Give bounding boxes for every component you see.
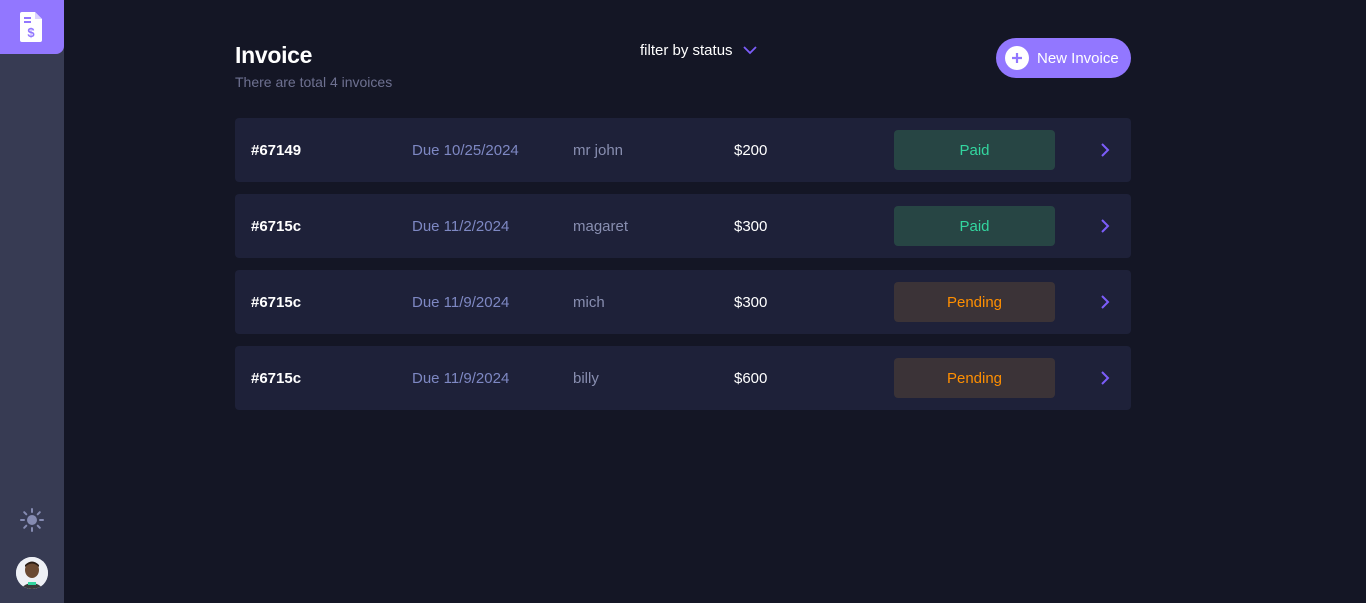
invoice-due-date: Due 11/9/2024: [412, 293, 510, 311]
chevron-right-icon[interactable]: [1098, 218, 1112, 234]
invoice-amount: $300: [734, 293, 768, 311]
invoice-client: mr john: [573, 141, 624, 159]
status-badge: Paid: [894, 206, 1055, 246]
filter-label: filter by status: [640, 42, 733, 59]
invoice-row[interactable]: #6715c Due 11/2/2024 magaret $300 Paid: [235, 194, 1131, 258]
invoice-id: #6715c: [251, 293, 302, 311]
invoice-row[interactable]: #6715c Due 11/9/2024 billy $600 Pending: [235, 346, 1131, 410]
plus-icon: [1005, 46, 1029, 70]
invoice-due-date: Due 11/9/2024: [412, 369, 510, 387]
chevron-right-icon[interactable]: [1098, 370, 1112, 386]
avatar[interactable]: [16, 557, 48, 589]
invoice-amount: $600: [734, 369, 768, 387]
sidebar: $: [0, 0, 64, 603]
sun-icon: [20, 508, 44, 532]
chevron-down-icon: [742, 46, 757, 55]
svg-text:$: $: [27, 25, 35, 40]
user-avatar-icon: [16, 557, 48, 589]
invoice-due-date: Due 10/25/2024: [412, 141, 519, 159]
status-badge: Paid: [894, 130, 1055, 170]
invoice-amount: $200: [734, 141, 768, 159]
invoice-id: #6715c: [251, 369, 302, 387]
new-invoice-button[interactable]: New Invoice: [996, 38, 1131, 78]
chevron-right-icon[interactable]: [1098, 294, 1112, 310]
invoice-count: There are total 4 invoices: [235, 74, 393, 90]
invoice-id: #67149: [251, 141, 302, 159]
status-filter-dropdown[interactable]: filter by status: [640, 42, 757, 59]
invoice-client: magaret: [573, 217, 629, 235]
invoice-row[interactable]: #6715c Due 11/9/2024 mich $300 Pending: [235, 270, 1131, 334]
invoice-list: #67149 Due 10/25/2024 mr john $200 Paid …: [235, 118, 1131, 422]
invoice-client: mich: [573, 293, 605, 311]
invoice-due-date: Due 11/2/2024: [412, 217, 510, 235]
status-badge: Pending: [894, 358, 1055, 398]
app-logo[interactable]: $: [0, 0, 64, 54]
theme-toggle[interactable]: [20, 508, 44, 532]
invoice-document-icon: $: [20, 12, 42, 42]
invoice-row[interactable]: #67149 Due 10/25/2024 mr john $200 Paid: [235, 118, 1131, 182]
chevron-right-icon[interactable]: [1098, 142, 1112, 158]
invoice-id: #6715c: [251, 217, 302, 235]
invoice-amount: $300: [734, 217, 768, 235]
new-invoice-label: New Invoice: [1037, 49, 1119, 67]
invoice-client: billy: [573, 369, 599, 387]
status-badge: Pending: [894, 282, 1055, 322]
page-title: Invoice: [235, 42, 313, 68]
